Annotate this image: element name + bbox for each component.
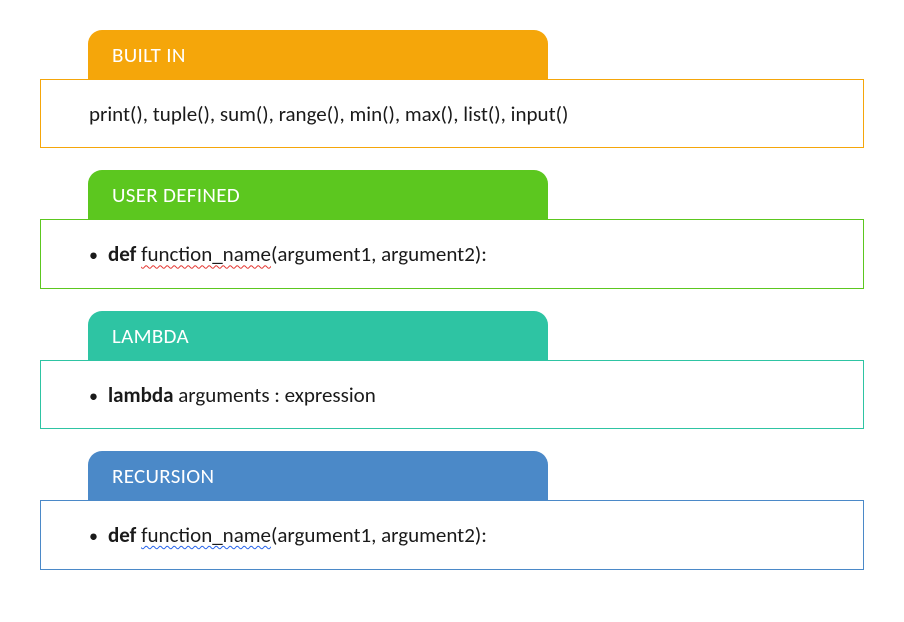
category-header: BUILT IN <box>88 30 548 80</box>
category-content-row: • def function_name(argument1, argument2… <box>89 521 839 550</box>
category-block-builtin: BUILT IN print(), tuple(), sum(), range(… <box>40 30 864 148</box>
bullet-icon: • <box>89 244 98 266</box>
text-part: arguments : expression <box>173 382 375 408</box>
category-body: • def function_name(argument1, argument2… <box>40 219 864 288</box>
text-part: lambda <box>108 382 174 408</box>
category-body: • def function_name(argument1, argument2… <box>40 500 864 569</box>
text-part: def <box>108 522 136 548</box>
category-title: RECURSION <box>112 463 214 489</box>
category-title: USER DEFINED <box>112 182 240 208</box>
bullet-icon: • <box>89 525 98 547</box>
category-title: LAMBDA <box>112 323 189 349</box>
category-title: BUILT IN <box>112 42 186 68</box>
category-content: def function_name(argument1, argument2): <box>108 240 487 269</box>
text-part: (argument1, argument2): <box>271 522 487 548</box>
category-header: LAMBDA <box>88 311 548 361</box>
category-header: USER DEFINED <box>88 170 548 220</box>
category-content: print(), tuple(), sum(), range(), min(),… <box>89 100 568 129</box>
text-part: function_name <box>141 522 271 548</box>
category-content: lambda arguments : expression <box>108 381 376 410</box>
text-part: function_name <box>141 241 271 267</box>
text-part: def <box>108 241 136 267</box>
category-block-lambda: LAMBDA • lambda arguments : expression <box>40 311 864 429</box>
category-block-userdefined: USER DEFINED • def function_name(argumen… <box>40 170 864 288</box>
category-body: • lambda arguments : expression <box>40 360 864 429</box>
bullet-icon: • <box>89 385 98 407</box>
category-header: RECURSION <box>88 451 548 501</box>
category-block-recursion: RECURSION • def function_name(argument1,… <box>40 451 864 569</box>
category-content-row: • def function_name(argument1, argument2… <box>89 240 839 269</box>
category-content-row: • lambda arguments : expression <box>89 381 839 410</box>
text-part: (argument1, argument2): <box>271 241 487 267</box>
text-part: print(), tuple(), sum(), range(), min(),… <box>89 101 568 127</box>
category-content: def function_name(argument1, argument2): <box>108 521 487 550</box>
category-body: print(), tuple(), sum(), range(), min(),… <box>40 79 864 148</box>
category-content-row: print(), tuple(), sum(), range(), min(),… <box>89 100 839 129</box>
